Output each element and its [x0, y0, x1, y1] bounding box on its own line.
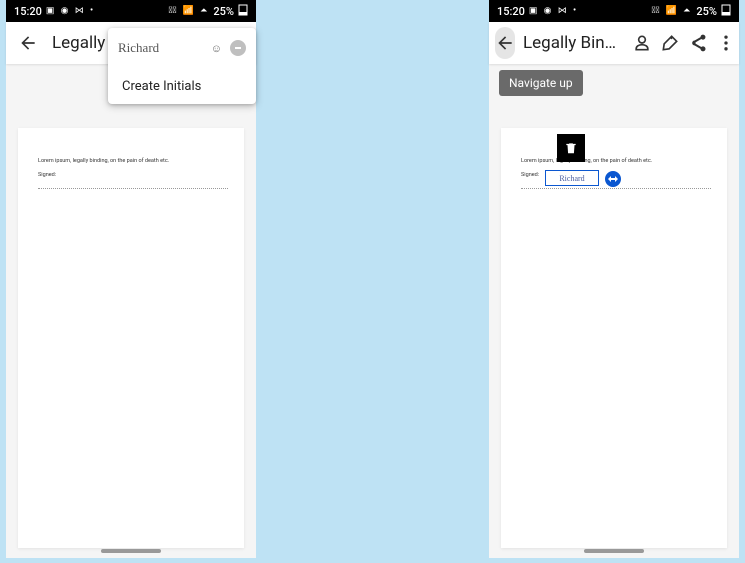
status-battery: 25% — [213, 5, 234, 18]
status-time: 15:20 — [497, 5, 525, 18]
document-signed-label: Signed: — [38, 172, 56, 178]
pen-nib-icon — [660, 33, 680, 53]
signature-option[interactable]: Richard ☺ — [108, 28, 256, 68]
status-bar: 15:20 ▣ ◉ ⋈ • ◀⃠ 📶 ⏶ 25% — [6, 0, 256, 22]
share-icon — [688, 33, 708, 53]
more-vert-icon — [716, 33, 736, 53]
placed-signature[interactable]: Richard — [545, 170, 599, 186]
smiley-icon: ☺ — [211, 42, 222, 55]
document-body-text: Lorem ipsum, legally binding, on the pai… — [521, 158, 652, 164]
signature-preview: Richard — [118, 40, 203, 56]
status-battery: 25% — [696, 5, 717, 18]
arrow-left-icon — [18, 33, 38, 53]
create-initials-item[interactable]: Create Initials — [108, 68, 256, 104]
app-title: Legally Bin… — [523, 33, 616, 53]
arrow-left-icon — [495, 33, 515, 53]
signature-popup: Richard ☺ Create Initials — [108, 28, 256, 104]
nav-indicator — [584, 549, 644, 553]
status-right-icons: ◀⃠ 📶 ⏶ — [652, 6, 693, 16]
share-button[interactable] — [688, 27, 708, 59]
placed-signature-text: Richard — [559, 174, 584, 183]
navigate-up-tooltip: Navigate up — [499, 70, 583, 96]
status-left-icons: ▣ ◉ ⋈ • — [529, 6, 578, 16]
trash-icon — [564, 141, 578, 155]
overflow-button[interactable] — [716, 27, 736, 59]
phone-screenshot-left: 15:20 ▣ ◉ ⋈ • ◀⃠ 📶 ⏶ 25% Legally Bin… Ri… — [6, 0, 256, 558]
sign-button[interactable] — [660, 27, 680, 59]
status-left-icons: ▣ ◉ ⋈ • — [46, 6, 95, 16]
document-signed-label: Signed: — [521, 172, 539, 178]
person-button[interactable] — [632, 27, 652, 59]
person-icon — [632, 33, 652, 53]
minus-icon — [233, 43, 243, 53]
back-button[interactable] — [495, 27, 515, 59]
phone-screenshot-right: 15:20 ▣ ◉ ⋈ • ◀⃠ 📶 ⏶ 25% Legally Bin… — [489, 0, 739, 558]
status-right-icons: ◀⃠ 📶 ⏶ — [169, 6, 210, 16]
signature-line — [38, 188, 228, 189]
document-body-text: Lorem ipsum, legally binding, on the pai… — [38, 158, 169, 164]
app-bar: Legally Bin… — [489, 22, 739, 64]
remove-signature-button[interactable] — [230, 40, 246, 56]
resize-handle[interactable] — [605, 171, 621, 187]
status-bar: 15:20 ▣ ◉ ⋈ • ◀⃠ 📶 ⏶ 25% — [489, 0, 739, 22]
status-time: 15:20 — [14, 5, 42, 18]
battery-icon — [238, 4, 248, 19]
signature-line — [521, 188, 711, 189]
back-button[interactable] — [12, 27, 44, 59]
document-page[interactable]: Lorem ipsum, legally binding, on the pai… — [501, 128, 727, 548]
document-page[interactable]: Lorem ipsum, legally binding, on the pai… — [18, 128, 244, 548]
resize-arrows-icon — [608, 174, 618, 184]
nav-indicator — [101, 549, 161, 553]
delete-signature-button[interactable] — [557, 134, 585, 162]
battery-icon — [721, 4, 731, 19]
